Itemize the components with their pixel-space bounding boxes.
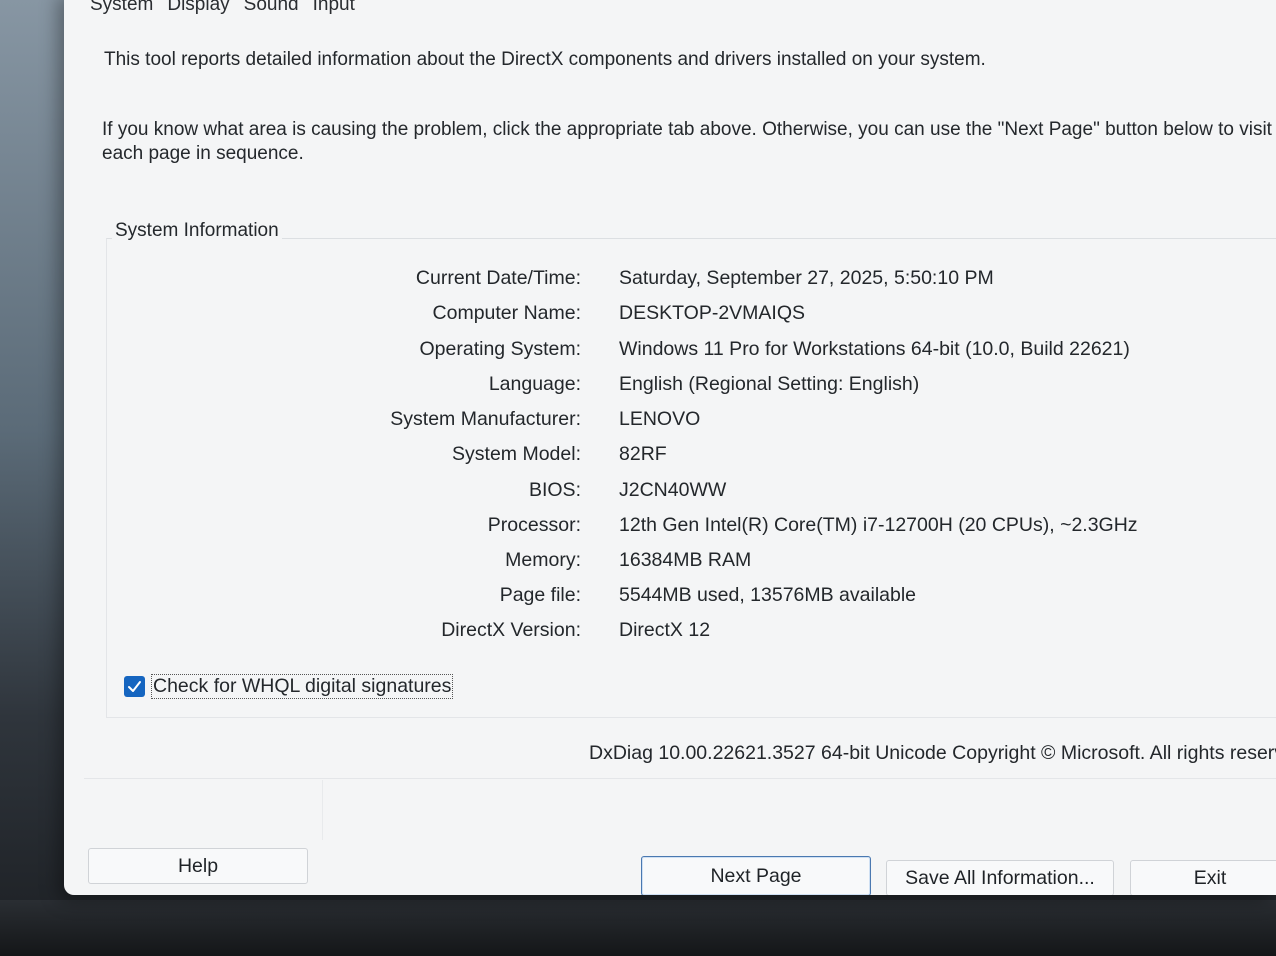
screen-bezel (0, 900, 1276, 956)
info-label: DirectX Version: (441, 619, 581, 641)
info-value: Saturday, September 27, 2025, 5:50:10 PM (619, 267, 994, 289)
exit-button[interactable]: Exit (1130, 860, 1276, 895)
button-area-divider (322, 780, 323, 840)
info-value: 82RF (619, 443, 667, 465)
tab-bar: System Display Sound Input (90, 0, 355, 18)
info-label: Memory: (505, 549, 581, 571)
tab-input[interactable]: Input (313, 0, 355, 18)
info-row-os: Operating System: Windows 11 Pro for Wor… (107, 338, 1276, 364)
info-value: Windows 11 Pro for Workstations 64-bit (… (619, 338, 1130, 360)
info-row-manufacturer: System Manufacturer: LENOVO (107, 408, 1276, 434)
instructions-line-1: If you know what area is causing the pro… (102, 119, 1272, 140)
info-label: BIOS: (528, 479, 581, 501)
tab-sound[interactable]: Sound (244, 0, 299, 18)
system-information-group: Current Date/Time: Saturday, September 2… (106, 238, 1276, 718)
info-row-datetime: Current Date/Time: Saturday, September 2… (107, 267, 1276, 293)
info-label: System Model: (452, 443, 581, 465)
whql-checkbox-row[interactable]: Check for WHQL digital signatures (124, 672, 454, 700)
next-page-button[interactable]: Next Page (641, 856, 871, 895)
checkmark-icon (128, 680, 141, 692)
info-label: Computer Name: (432, 302, 581, 324)
help-button[interactable]: Help (88, 848, 308, 884)
tab-display[interactable]: Display (167, 0, 229, 18)
info-value: LENOVO (619, 408, 701, 430)
tab-system[interactable]: System (90, 0, 153, 18)
info-value: 12th Gen Intel(R) Core(TM) i7-12700H (20… (619, 514, 1138, 536)
info-value: DESKTOP-2VMAIQS (619, 302, 806, 324)
version-copyright-text: DxDiag 10.00.22621.3527 64-bit Unicode C… (589, 742, 1276, 764)
info-label: Current Date/Time: (415, 267, 581, 289)
info-row-bios: BIOS: J2CN40WW (107, 479, 1276, 505)
system-information-title: System Information (112, 220, 282, 242)
info-row-page-file: Page file: 5544MB used, 13576MB availabl… (107, 584, 1276, 610)
whql-checkbox[interactable] (124, 675, 145, 697)
info-label: Processor: (487, 514, 581, 536)
info-value: DirectX 12 (619, 619, 711, 641)
info-row-language: Language: English (Regional Setting: Eng… (107, 373, 1276, 399)
info-label: Language: (488, 373, 581, 395)
info-row-memory: Memory: 16384MB RAM (107, 549, 1276, 575)
info-row-processor: Processor: 12th Gen Intel(R) Core(TM) i7… (107, 514, 1276, 540)
instructions-line-2: each page in sequence. (102, 143, 304, 164)
info-label: System Manufacturer: (390, 408, 581, 430)
info-row-model: System Model: 82RF (107, 443, 1276, 469)
whql-checkbox-label[interactable]: Check for WHQL digital signatures (151, 673, 454, 699)
info-value: 16384MB RAM (619, 549, 752, 571)
save-all-information-button[interactable]: Save All Information... (886, 860, 1114, 895)
info-row-computer-name: Computer Name: DESKTOP-2VMAIQS (107, 302, 1276, 328)
footer-divider (84, 778, 1276, 779)
instructions-text: If you know what area is causing the pro… (102, 118, 1276, 166)
info-label: Page file: (499, 584, 581, 606)
info-row-directx-version: DirectX Version: DirectX 12 (107, 619, 1276, 645)
intro-text: This tool reports detailed information a… (104, 49, 986, 70)
info-label: Operating System: (419, 338, 581, 360)
info-value: English (Regional Setting: English) (619, 373, 920, 395)
info-value: 5544MB used, 13576MB available (619, 584, 917, 606)
dxdiag-window: System Display Sound Input This tool rep… (64, 0, 1276, 895)
info-value: J2CN40WW (619, 479, 727, 501)
